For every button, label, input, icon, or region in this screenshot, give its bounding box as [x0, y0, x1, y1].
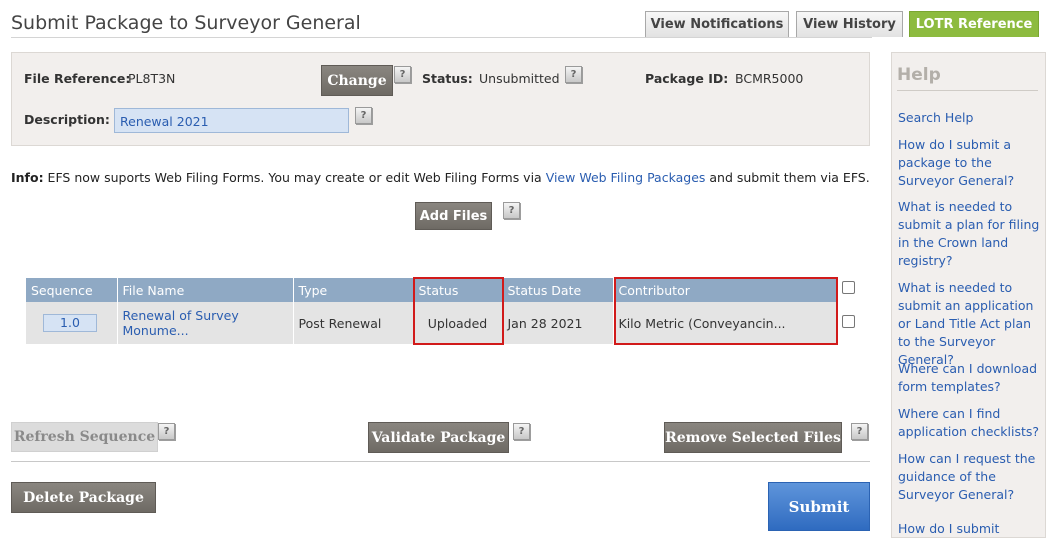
delete-package-button[interactable]: Delete Package [11, 482, 156, 513]
description-input[interactable]: Renewal 2021 [114, 108, 349, 133]
help-link-request-guidance[interactable]: How can I request the guidance of the Su… [898, 450, 1042, 504]
remove-selected-files-button[interactable]: Remove Selected Files [664, 422, 842, 453]
refresh-sequence-help-icon[interactable]: ? [158, 423, 175, 440]
package-id-label: Package ID: [645, 71, 729, 86]
help-title: Help [897, 65, 941, 85]
submit-button[interactable]: Submit [768, 482, 870, 531]
help-divider [897, 90, 1038, 91]
tab-view-notifications[interactable]: View Notifications [645, 11, 789, 37]
validate-package-button[interactable]: Validate Package [368, 422, 509, 453]
help-link-checklists[interactable]: Where can I find application checklists? [898, 405, 1042, 441]
validate-package-help-icon[interactable]: ? [513, 423, 530, 440]
actions-divider [11, 461, 870, 462]
status-column-highlight [413, 277, 504, 345]
tab-lotr-reference[interactable]: LOTR Reference [909, 11, 1039, 37]
help-link-how-submit[interactable]: How do I submit [898, 520, 1042, 538]
help-link-form-templates[interactable]: Where can I download form templates? [898, 360, 1042, 396]
row-select-checkbox[interactable] [842, 315, 855, 328]
status-date-cell: Jan 28 2021 [502, 302, 614, 344]
description-help-icon[interactable]: ? [355, 107, 372, 124]
file-name-link[interactable]: Renewal of Survey Monume... [123, 308, 239, 338]
type-cell: Post Renewal [293, 302, 414, 344]
info-prefix: Info: [11, 170, 44, 185]
change-button[interactable]: Change [321, 65, 393, 96]
view-web-filing-packages-link[interactable]: View Web Filing Packages [546, 170, 706, 185]
file-reference-label: File Reference: [24, 71, 131, 86]
status-value: Unsubmitted [479, 71, 560, 86]
help-link-plan-filing[interactable]: What is needed to submit a plan for fili… [898, 198, 1042, 270]
header-status-date[interactable]: Status Date [502, 278, 614, 302]
add-files-button[interactable]: Add Files [415, 202, 492, 230]
info-text-after: and submit them via EFS. [705, 170, 870, 185]
remove-selected-files-help-icon[interactable]: ? [851, 423, 868, 440]
tab-view-history[interactable]: View History [796, 11, 903, 37]
page-title: Submit Package to Surveyor General [11, 12, 361, 34]
header-file-name[interactable]: File Name [117, 278, 294, 302]
change-help-icon[interactable]: ? [394, 66, 411, 83]
help-link-search[interactable]: Search Help [898, 109, 1042, 127]
file-reference-value: PL8T3N [128, 71, 176, 86]
info-text-before: EFS now suports Web Filing Forms. You ma… [43, 170, 546, 185]
header-type[interactable]: Type [293, 278, 414, 302]
select-all-checkbox[interactable] [842, 281, 855, 294]
package-id-value: BCMR5000 [735, 71, 804, 86]
add-files-help-icon[interactable]: ? [503, 202, 520, 219]
help-link-application-plan[interactable]: What is needed to submit an application … [898, 279, 1042, 369]
help-link-submit-package[interactable]: How do I submit a package to the Surveyo… [898, 136, 1042, 190]
title-divider [11, 37, 872, 38]
sequence-input[interactable]: 1.0 [43, 314, 97, 332]
status-help-icon[interactable]: ? [565, 66, 582, 83]
contributor-column-highlight [614, 277, 838, 345]
header-sequence[interactable]: Sequence [26, 278, 118, 302]
sequence-cell: 1.0 [26, 302, 118, 344]
info-message: Info: EFS now suports Web Filing Forms. … [11, 170, 870, 185]
file-name-cell: Renewal of Survey Monume... [117, 302, 294, 344]
refresh-sequence-button[interactable]: Refresh Sequence [11, 422, 158, 452]
status-label: Status: [422, 71, 473, 86]
description-label: Description: [24, 112, 110, 127]
